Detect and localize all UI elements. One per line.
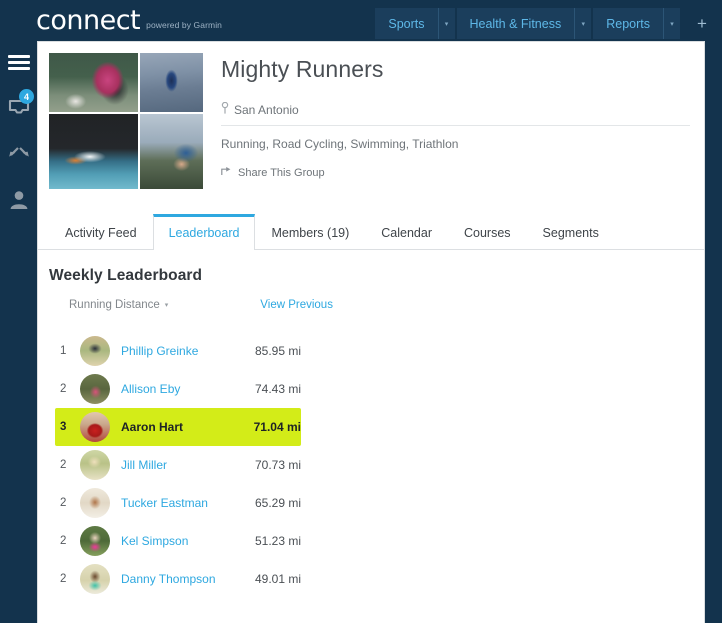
brand-name: connect [36,5,141,36]
tab-segments[interactable]: Segments [527,214,615,250]
share-arrow-icon [221,166,233,179]
leaderboard-title: Weekly Leaderboard [49,267,203,284]
tab-leaderboard[interactable]: Leaderboard [152,214,256,250]
table-row-highlighted[interactable]: 3 Aaron Hart 71.04 mi [55,408,301,446]
nav-item-reports[interactable]: Reports ▾ [593,8,680,39]
rank-value: 2 [60,459,67,471]
distance-value: 51.23 mi [254,534,301,548]
brand-logo[interactable]: connect powered by Garmin [36,7,222,34]
group-info: Mighty Runners San Antonio Running, Road… [203,53,690,189]
distance-value: 49.01 mi [254,572,301,586]
rank-value: 2 [60,497,67,509]
cyclist-photo [140,53,203,112]
share-group-button[interactable]: Share This Group [221,166,690,179]
profile-button[interactable] [0,177,37,223]
brand-tagline: powered by Garmin [146,20,223,30]
table-row[interactable]: 2 Kel Simpson 51.23 mi [55,522,301,560]
share-group-label: Share This Group [238,166,325,179]
content-page: Mighty Runners San Antonio Running, Road… [37,41,705,623]
person-icon [9,190,29,210]
inbox-button[interactable]: 4 [0,85,37,131]
chevron-down-icon[interactable]: ▾ [437,8,455,39]
distance-value: 65.29 mi [254,496,301,510]
member-name-link[interactable]: Allison Eby [121,382,255,396]
connections-arrows-icon [7,147,31,161]
rank-value: 2 [60,535,67,547]
rank-value: 1 [60,345,67,357]
tab-calendar[interactable]: Calendar [365,214,448,250]
distance-value: 74.43 mi [254,382,301,396]
chevron-down-icon[interactable]: ▾ [663,8,680,39]
avatar [80,374,110,404]
map-pin-icon [221,102,229,117]
member-name-link[interactable]: Kel Simpson [121,534,255,548]
rank-value: 2 [60,383,67,395]
nav-item-health-fitness[interactable]: Health & Fitness ▾ [456,8,592,39]
member-name-link[interactable]: Jill Miller [121,458,255,472]
avatar [80,526,110,556]
distance-value: 71.04 mi [253,420,301,434]
mountain-biker-photo [140,114,203,189]
add-button[interactable]: + [682,8,722,39]
tab-courses[interactable]: Courses [448,214,527,250]
group-photo-collage [49,53,203,189]
tab-members[interactable]: Members (19) [255,214,365,250]
nav-item-sports[interactable]: Sports ▾ [375,8,455,39]
tab-activity-feed[interactable]: Activity Feed [49,214,153,250]
chevron-down-icon: ▾ [164,302,169,309]
connections-button[interactable] [0,131,37,177]
leaderboard-list: 1 Phillip Greinke 85.95 mi 2 Allison Eby… [49,332,690,598]
avatar [80,336,110,366]
group-header: Mighty Runners San Antonio Running, Road… [38,42,704,189]
nav-item-reports-label: Reports [606,16,650,31]
page-title: Mighty Runners [221,56,384,82]
group-activities: Running, Road Cycling, Swimming, Triathl… [221,137,459,152]
rank-value: 3 [60,421,67,433]
inbox-badge: 4 [19,89,34,104]
member-name-link[interactable]: Tucker Eastman [121,496,255,510]
top-nav-items: Sports ▾ Health & Fitness ▾ Reports ▾ + [375,8,722,39]
avatar [80,450,110,480]
app-window: connect powered by Garmin Sports ▾ Healt… [0,0,722,623]
rank-value: 2 [60,573,67,585]
nav-item-sports-label: Sports [388,16,425,31]
tab-bar: Activity Feed Leaderboard Members (19) C… [38,213,704,250]
distance-value: 85.95 mi [254,344,301,358]
table-row[interactable]: 2 Allison Eby 74.43 mi [55,370,301,408]
member-name-link[interactable]: Phillip Greinke [121,344,255,358]
hamburger-menu-icon [7,54,30,70]
metric-select-label: Running Distance [69,299,160,311]
group-location-label: San Antonio [234,102,299,117]
left-sidebar: 4 [0,39,37,623]
chevron-down-icon[interactable]: ▾ [574,8,591,39]
group-location: San Antonio [221,102,690,127]
member-name-link[interactable]: Danny Thompson [121,572,255,586]
table-row[interactable]: 1 Phillip Greinke 85.95 mi [55,332,301,370]
avatar [80,564,110,594]
avatar [80,488,110,518]
member-name-link[interactable]: Aaron Hart [121,420,254,434]
leaderboard-controls: Running Distance ▾ View Previous [49,299,690,311]
avatar [80,412,110,442]
metric-select[interactable]: Running Distance ▾ [69,299,168,311]
runner-photo [49,53,138,112]
table-row[interactable]: 2 Danny Thompson 49.01 mi [55,560,301,598]
distance-value: 70.73 mi [254,458,301,472]
table-row[interactable]: 2 Jill Miller 70.73 mi [55,446,301,484]
leaderboard-section: Weekly Leaderboard Running Distance ▾ Vi… [38,250,704,598]
nav-item-health-fitness-label: Health & Fitness [469,16,562,31]
table-row[interactable]: 2 Tucker Eastman 65.29 mi [55,484,301,522]
menu-toggle-button[interactable] [0,39,37,85]
top-navigation-bar: connect powered by Garmin Sports ▾ Healt… [0,0,722,39]
view-previous-link[interactable]: View Previous [260,299,333,311]
swimmer-photo [49,114,138,189]
